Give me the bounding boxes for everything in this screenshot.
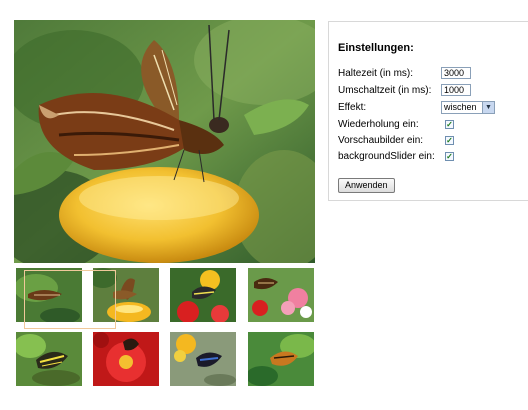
- thumbnail-2[interactable]: [93, 268, 159, 322]
- butterfly-on-orange-photo: [14, 20, 315, 263]
- thumbnail-6[interactable]: [93, 332, 159, 386]
- butterfly-photo-icon: [93, 268, 159, 322]
- effect-select[interactable]: wischen ▼: [441, 101, 495, 114]
- butterfly-photo-icon: [248, 268, 314, 322]
- effect-select-value: wischen: [444, 102, 477, 112]
- preview-label: Vorschaubilder ein:: [338, 135, 424, 146]
- butterfly-photo-icon: [248, 332, 314, 386]
- bgslider-label: backgroundSlider ein:: [338, 151, 435, 162]
- butterfly-photo-icon: [170, 268, 236, 322]
- thumbnail-3[interactable]: [170, 268, 236, 322]
- repeat-checkbox[interactable]: ✓: [445, 120, 454, 129]
- thumbnail-8[interactable]: [248, 332, 314, 386]
- thumbnail-5[interactable]: [16, 332, 82, 386]
- thumbnail-strip: [16, 268, 316, 388]
- hold-time-label: Haltezeit (in ms):: [338, 68, 414, 79]
- thumbnail-1[interactable]: [16, 268, 82, 322]
- thumbnail-4[interactable]: [248, 268, 314, 322]
- switch-time-label: Umschaltzeit (in ms):: [338, 85, 432, 96]
- settings-title: Einstellungen:: [338, 42, 414, 54]
- bgslider-checkbox[interactable]: ✓: [445, 152, 454, 161]
- switch-time-input[interactable]: [441, 84, 471, 96]
- settings-panel: Einstellungen: Haltezeit (in ms): Umscha…: [328, 21, 528, 201]
- butterfly-photo-icon: [93, 332, 159, 386]
- apply-button[interactable]: Anwenden: [338, 178, 395, 193]
- chevron-down-icon[interactable]: ▼: [482, 102, 494, 113]
- butterfly-photo-icon: [170, 332, 236, 386]
- repeat-label: Wiederholung ein:: [338, 119, 419, 130]
- effect-label: Effekt:: [338, 102, 367, 113]
- butterfly-photo-icon: [16, 268, 82, 322]
- main-slide-image: [14, 20, 315, 263]
- preview-checkbox[interactable]: ✓: [445, 136, 454, 145]
- hold-time-input[interactable]: [441, 67, 471, 79]
- butterfly-photo-icon: [16, 332, 82, 386]
- thumbnail-7[interactable]: [170, 332, 236, 386]
